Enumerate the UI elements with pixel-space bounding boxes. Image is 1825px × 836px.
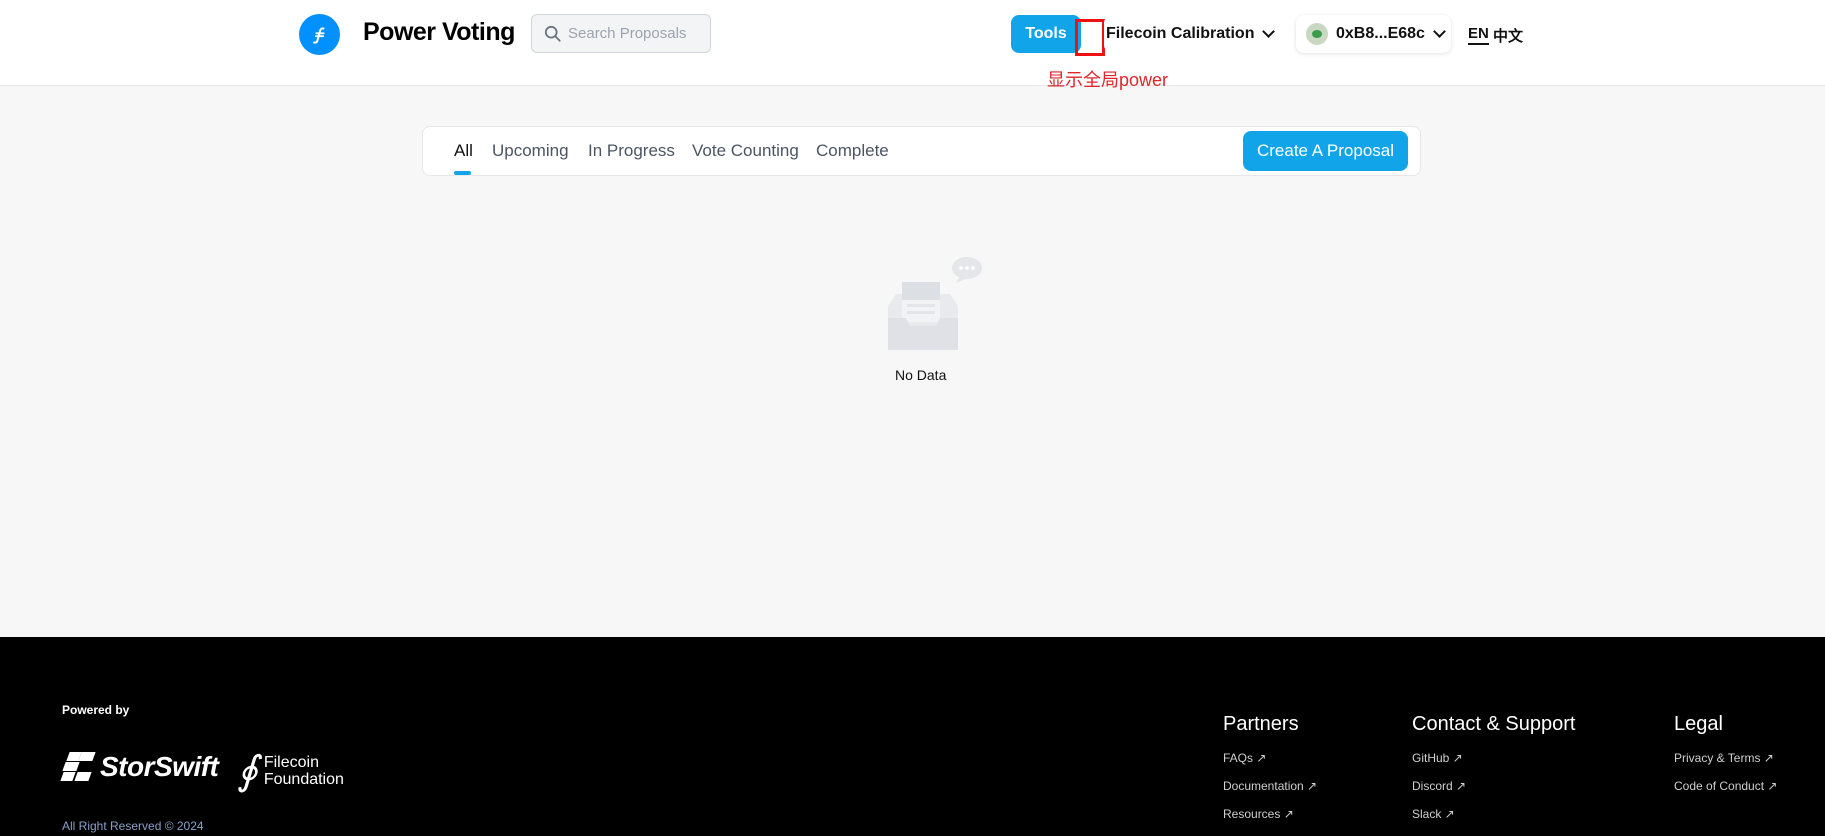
search-icon [544,25,561,42]
footer-link-code-of-conduct[interactable]: Code of Conduct ↗ [1674,779,1777,793]
wallet-button[interactable]: 0xB8...E68c [1296,15,1451,53]
tab-complete[interactable]: Complete [816,141,889,161]
tab-in-progress[interactable]: In Progress [588,141,675,161]
footer-link-resources[interactable]: Resources ↗ [1223,807,1294,821]
contact-support-heading: Contact & Support [1412,713,1576,735]
tab-vote-counting[interactable]: Vote Counting [692,141,799,161]
footer-link-github[interactable]: GitHub ↗ [1412,751,1463,765]
search-input[interactable] [568,25,698,42]
footer-link-slack[interactable]: Slack ↗ [1412,807,1455,821]
storswift-wordmark: StorSwift [100,751,219,782]
storswift-mark-icon [60,752,96,782]
filecoin-logo-icon[interactable] [299,14,340,55]
footer-link-discord[interactable]: Discord ↗ [1412,779,1466,793]
partners-heading: Partners [1223,713,1299,735]
search-box[interactable] [531,14,711,53]
chevron-down-icon [1262,25,1276,38]
footer-link-privacy-terms[interactable]: Privacy & Terms ↗ [1674,751,1774,765]
empty-inbox-icon [888,257,982,350]
create-proposal-button[interactable]: Create A Proposal [1243,131,1408,171]
active-tab-indicator [454,171,471,175]
annotation-highlight-box [1075,19,1105,56]
lang-zh-button[interactable]: 中文 [1493,25,1523,46]
no-data-text: No Data [895,367,947,383]
tab-all[interactable]: All [454,141,473,161]
wallet-address: 0xB8...E68c [1336,25,1425,42]
copyright: All Right Reserved © 2024 [62,819,204,833]
network-selector[interactable]: Filecoin Calibration [1104,15,1284,53]
ff-line1: Filecoin [263,754,319,771]
avatar [1306,23,1328,45]
top-header: Power Voting Tools 显示全局power Filecoin Ca… [0,0,1825,90]
chevron-down-icon [1433,25,1446,38]
network-label: Filecoin Calibration [1106,25,1255,42]
filecoin-foundation-glyph-icon: ∮ [237,748,258,794]
tab-upcoming[interactable]: Upcoming [492,141,569,161]
ff-line2: Foundation [263,771,344,788]
footer-link-faqs[interactable]: FAQs ↗ [1223,751,1266,765]
brand-title[interactable]: Power Voting [363,18,515,47]
lang-en-button[interactable]: EN [1468,25,1489,45]
filecoin-foundation-logo[interactable]: ∮ Filecoin Foundation [237,751,344,791]
powered-by-label: Powered by [62,703,130,717]
annotation-text: 显示全局power [1047,70,1169,90]
storswift-logo[interactable]: StorSwift [60,751,219,783]
tools-button[interactable]: Tools [1011,15,1081,53]
footer: Powered by StorSwift ∮ Filecoin Foundati… [0,637,1825,836]
legal-heading: Legal [1674,713,1723,735]
footer-link-documentation[interactable]: Documentation ↗ [1223,779,1317,793]
